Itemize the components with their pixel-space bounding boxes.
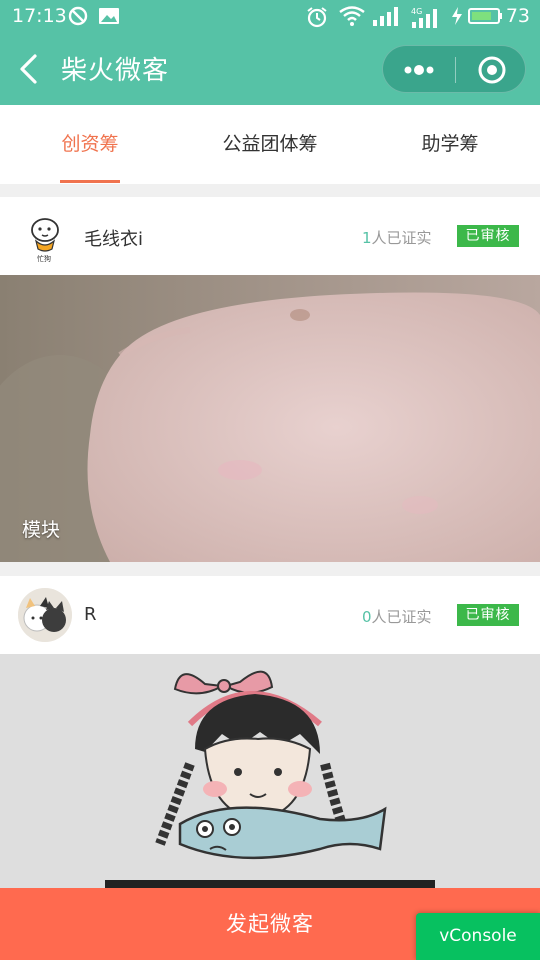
tab-chuangzichou[interactable]: 创资筹 [0,105,180,184]
tab-label: 助学筹 [421,133,479,155]
verified-number: 0 [362,608,372,626]
avatar-caption: 忙狗 [37,254,51,263]
avatar: 忙狗 [18,209,72,263]
charging-icon [452,7,462,25]
verified-text: 人已证实 [371,229,432,247]
tab-gongyituantichou[interactable]: 公益团体筹 [180,105,360,184]
project-cover-image[interactable]: 模块 [0,275,540,562]
battery-icon [468,8,502,24]
status-bar: 17:13 4G 73 [0,0,540,34]
image-icon [99,8,119,24]
page-title: 柴火微客 [61,56,170,86]
avatar [18,588,72,642]
svg-text:4G: 4G [411,7,422,16]
status-badge: 已审核 [457,604,519,626]
cover-caption: 模块 [22,519,61,541]
target-circle-icon [478,56,506,84]
category-tabs: 创资筹 公益团体筹 助学筹 [0,105,540,184]
project-card-header[interactable]: R 0人已证实 已审核 [0,576,540,654]
tab-label: 公益团体筹 [222,133,318,155]
signal-icon [373,7,398,26]
block-icon [68,6,88,26]
verified-number: 1 [362,229,372,247]
cats-avatar-icon [18,588,72,642]
meme-girl-holding-fish-illustration [0,654,540,888]
project-card-header[interactable]: 忙狗 毛线衣i 1人已证实 已审核 [0,197,540,275]
verified-text: 人已证实 [371,608,432,626]
tab-zhuxuechou[interactable]: 助学筹 [360,105,540,184]
wifi-icon [339,6,365,26]
username: 毛线衣i [84,229,144,250]
cover-photo-illustration [0,275,540,562]
vconsole-button[interactable]: vConsole [416,913,540,960]
mini-program-capsule [382,45,526,93]
active-tab-indicator [60,180,120,183]
verified-count: 1人已证实 [362,227,432,248]
signal-4g-icon: 4G [411,7,437,28]
alarm-icon [307,7,327,28]
project-cover-image[interactable] [0,654,540,888]
more-dots-icon [404,65,434,75]
status-badge: 已审核 [457,225,519,247]
nav-bar: 柴火微客 [0,34,540,105]
chevron-left-icon[interactable] [14,52,46,86]
tab-label: 创资筹 [61,133,119,155]
more-button[interactable] [383,46,455,94]
username: R [84,604,97,625]
verified-count: 0人已证实 [362,606,432,627]
status-time: 17:13 [12,5,67,27]
battery-percentage: 73 [505,5,530,27]
close-button[interactable] [456,46,527,94]
cartoon-dog-avatar-icon: 忙狗 [31,218,59,263]
